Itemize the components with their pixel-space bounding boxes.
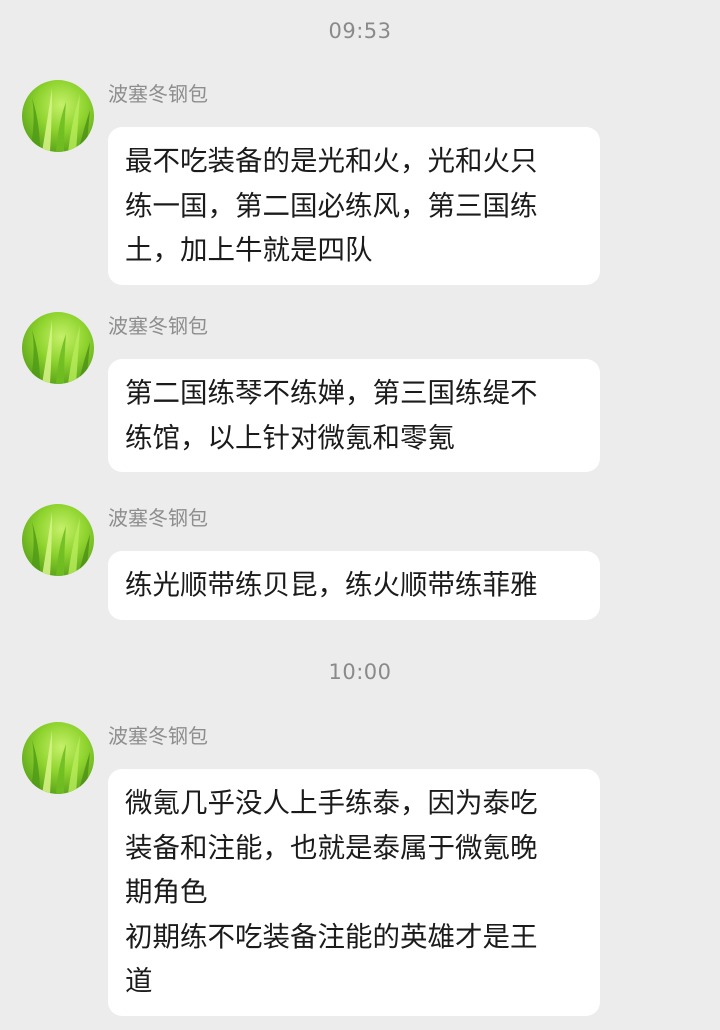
- message-bubble[interactable]: 最不吃装备的是光和火，光和火只 练一国，第二国必练风，第三国练 土，加上牛就是四…: [108, 127, 600, 285]
- message-bubble[interactable]: 微氪几乎没人上手练泰，因为泰吃 装备和注能，也就是泰属于微氪晚 期角色 初期练不…: [108, 769, 600, 1016]
- sender-name: 波塞冬钢包: [108, 506, 208, 530]
- timestamp: 09:53: [328, 19, 392, 43]
- timestamp: 10:00: [328, 660, 392, 684]
- avatar-grass-icon[interactable]: [22, 80, 94, 152]
- sender-name: 波塞冬钢包: [108, 82, 208, 106]
- chat-view: 09:53 波塞冬钢包 最不吃装备的是光和火，光和火只 练一国，第二国必练风，第…: [0, 0, 720, 1030]
- avatar-grass-icon[interactable]: [22, 722, 94, 794]
- sender-name: 波塞冬钢包: [108, 314, 208, 338]
- avatar-grass-icon[interactable]: [22, 504, 94, 576]
- avatar-grass-icon[interactable]: [22, 312, 94, 384]
- message-bubble[interactable]: 第二国练琴不练婵，第三国练缇不 练馆，以上针对微氪和零氪: [108, 359, 600, 472]
- sender-name: 波塞冬钢包: [108, 724, 208, 748]
- message-bubble[interactable]: 练光顺带练贝昆，练火顺带练菲雅: [108, 551, 600, 620]
